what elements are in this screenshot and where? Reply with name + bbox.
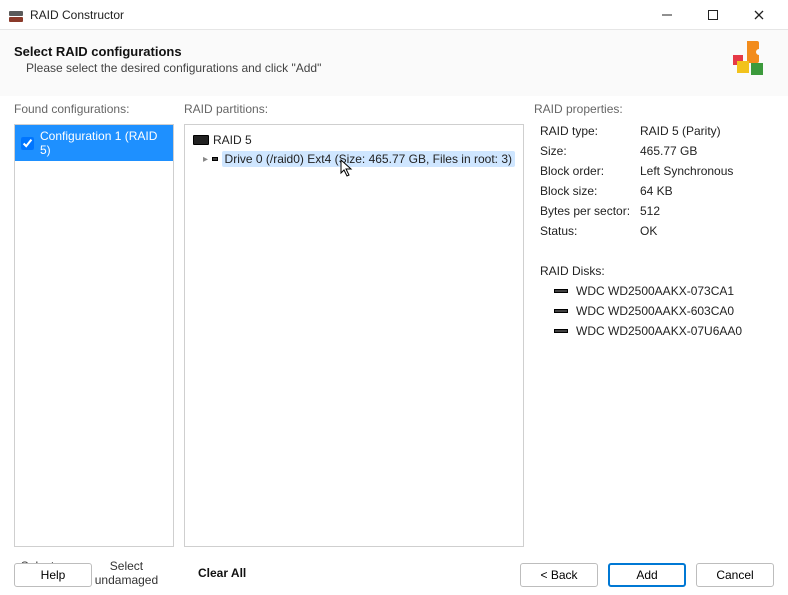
prop-key: Block order: (540, 164, 640, 178)
drive-icon (554, 289, 568, 293)
prop-value: 64 KB (640, 184, 673, 198)
configuration-checkbox[interactable] (21, 137, 34, 150)
drive-icon (554, 329, 568, 333)
header-text: Select RAID configurations Please select… (14, 44, 321, 75)
raid-properties-column: RAID properties: RAID type: RAID 5 (Pari… (534, 102, 774, 547)
window-controls (644, 1, 782, 29)
raid-disks-label: RAID Disks: (540, 264, 605, 278)
titlebar: RAID Constructor (0, 0, 788, 30)
drive-icon (554, 309, 568, 313)
prop-value: OK (640, 224, 657, 238)
tree-root-label: RAID 5 (213, 133, 252, 147)
prop-size: Size: 465.77 GB (540, 144, 774, 158)
prop-block-size: Block size: 64 KB (540, 184, 774, 198)
raid-disks-header: RAID Disks: (540, 264, 774, 278)
raid-disk-item: WDC WD2500AAKX-073CA1 (540, 284, 774, 298)
raid-partitions-label: RAID partitions: (184, 102, 524, 116)
dialog-buttons: Help < Back Add Cancel (0, 563, 788, 595)
prop-key: RAID type: (540, 124, 640, 138)
app-icon (8, 7, 24, 23)
prop-key: Status: (540, 224, 640, 238)
tree-child[interactable]: ▸ Drive 0 (/raid0) Ext4 (Size: 465.77 GB… (189, 149, 519, 169)
window-title: RAID Constructor (30, 8, 124, 22)
cancel-button[interactable]: Cancel (696, 563, 774, 587)
raid-disk-label: WDC WD2500AAKX-073CA1 (576, 284, 734, 298)
prop-key: Size: (540, 144, 640, 158)
puzzle-icon (728, 38, 774, 80)
found-configurations-column: Found configurations: Configuration 1 (R… (14, 102, 174, 547)
page-header: Select RAID configurations Please select… (0, 30, 788, 96)
help-button[interactable]: Help (14, 563, 92, 587)
found-configurations-label: Found configurations: (14, 102, 174, 116)
raid-partitions-tree[interactable]: RAID 5 ▸ Drive 0 (/raid0) Ext4 (Size: 46… (184, 124, 524, 547)
raid-properties-list: RAID type: RAID 5 (Parity) Size: 465.77 … (534, 124, 774, 338)
tree-child-label: Drive 0 (/raid0) Ext4 (Size: 465.77 GB, … (222, 151, 515, 167)
titlebar-left: RAID Constructor (8, 7, 124, 23)
prop-value: RAID 5 (Parity) (640, 124, 721, 138)
prop-bytes-per-sector: Bytes per sector: 512 (540, 204, 774, 218)
configuration-label: Configuration 1 (RAID 5) (40, 129, 167, 157)
close-button[interactable] (736, 1, 782, 29)
prop-value: Left Synchronous (640, 164, 733, 178)
prop-raid-type: RAID type: RAID 5 (Parity) (540, 124, 774, 138)
page-subtitle: Please select the desired configurations… (26, 61, 321, 75)
main-content: Found configurations: Configuration 1 (R… (0, 96, 788, 547)
raid-disk-label: WDC WD2500AAKX-603CA0 (576, 304, 734, 318)
tree-root[interactable]: RAID 5 (189, 131, 519, 149)
prop-key: Block size: (540, 184, 640, 198)
raid-partitions-column: RAID partitions: RAID 5 ▸ Drive 0 (/raid… (184, 102, 524, 547)
maximize-button[interactable] (690, 1, 736, 29)
raid-disk-item: WDC WD2500AAKX-07U6AA0 (540, 324, 774, 338)
prop-status: Status: OK (540, 224, 774, 238)
back-button[interactable]: < Back (520, 563, 598, 587)
prop-value: 512 (640, 204, 660, 218)
page-title: Select RAID configurations (14, 44, 321, 59)
prop-key: Bytes per sector: (540, 204, 640, 218)
found-configurations-list[interactable]: Configuration 1 (RAID 5) (14, 124, 174, 547)
minimize-button[interactable] (644, 1, 690, 29)
disk-icon (193, 135, 209, 145)
raid-disk-label: WDC WD2500AAKX-07U6AA0 (576, 324, 742, 338)
raid-properties-label: RAID properties: (534, 102, 774, 116)
raid-disk-item: WDC WD2500AAKX-603CA0 (540, 304, 774, 318)
add-button[interactable]: Add (608, 563, 686, 587)
prop-value: 465.77 GB (640, 144, 697, 158)
configuration-item[interactable]: Configuration 1 (RAID 5) (15, 125, 173, 161)
prop-block-order: Block order: Left Synchronous (540, 164, 774, 178)
chevron-right-icon[interactable]: ▸ (203, 154, 208, 165)
drive-icon (212, 157, 218, 161)
partition-tree: RAID 5 ▸ Drive 0 (/raid0) Ext4 (Size: 46… (185, 125, 523, 175)
